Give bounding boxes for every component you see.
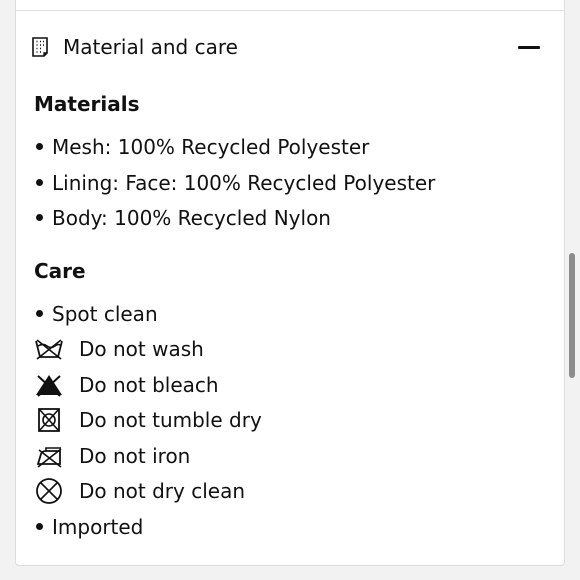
fabric-tag-icon (30, 36, 50, 58)
list-item: Imported (34, 512, 143, 542)
list-item: Do not wash (34, 334, 434, 364)
material-text: Body: 100% Recycled Nylon (52, 206, 331, 230)
list-item: Lining: Face: 100% Recycled Polyester (34, 168, 435, 198)
list-item: Body: 100% Recycled Nylon (34, 203, 331, 233)
bullet-icon (36, 143, 43, 150)
bullet-icon (36, 523, 43, 530)
list-item: Do not tumble dry (34, 405, 434, 435)
accordion-title: Material and care (63, 35, 238, 59)
material-care-accordion-header[interactable]: Material and care (16, 25, 564, 75)
care-text: Do not tumble dry (79, 408, 262, 432)
list-item: Do not iron (34, 441, 434, 471)
materials-heading: Materials (34, 92, 140, 116)
bullet-icon (36, 310, 43, 317)
do-not-wash-icon (34, 337, 64, 361)
list-item: Mesh: 100% Recycled Polyester (34, 132, 369, 162)
list-item: Do not bleach (34, 370, 434, 400)
section-divider (16, 10, 564, 11)
care-text: Do not dry clean (79, 479, 246, 503)
do-not-dry-clean-icon (34, 478, 64, 504)
do-not-bleach-icon (34, 373, 64, 397)
product-details-card: Material and care Materials Mesh: 100% R… (15, 0, 565, 566)
list-item: Do not dry clean (34, 476, 434, 506)
care-text: Spot clean (52, 302, 158, 326)
bullet-icon (36, 214, 43, 221)
care-text: Do not wash (79, 337, 204, 361)
minus-icon[interactable] (514, 33, 544, 61)
bullet-icon (36, 179, 43, 186)
care-text: Do not iron (79, 444, 191, 468)
vertical-scrollbar[interactable] (569, 253, 575, 378)
material-text: Mesh: 100% Recycled Polyester (52, 135, 370, 159)
care-text: Imported (52, 515, 144, 539)
list-item: Spot clean (34, 299, 158, 329)
care-text: Do not bleach (79, 373, 219, 397)
material-text: Lining: Face: 100% Recycled Polyester (52, 171, 436, 195)
care-heading: Care (34, 259, 86, 283)
do-not-iron-icon (34, 444, 64, 468)
do-not-tumble-dry-icon (34, 408, 64, 432)
